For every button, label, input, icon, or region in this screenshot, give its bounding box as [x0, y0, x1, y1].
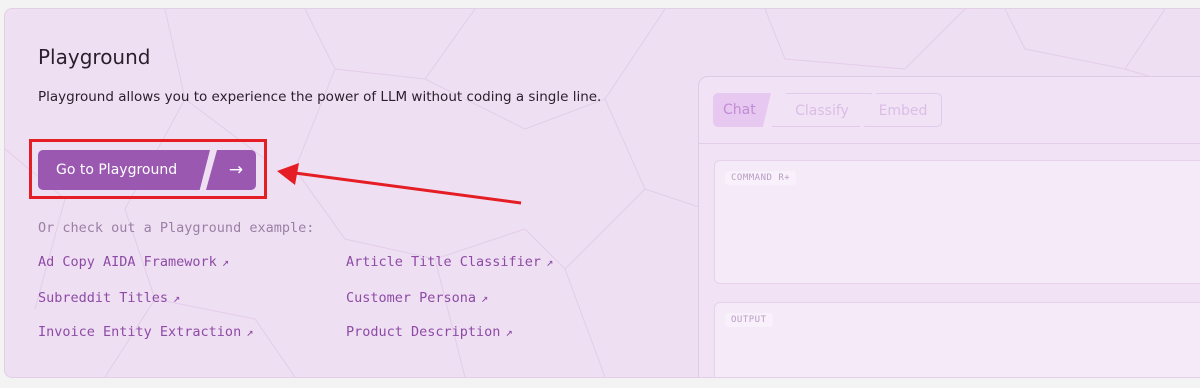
example-link-invoice-extraction[interactable]: Invoice Entity Extraction ↗	[38, 324, 253, 340]
example-link-label: Invoice Entity Extraction	[38, 324, 242, 340]
tab-chat[interactable]: Chat	[713, 93, 771, 127]
example-link-label: Article Title Classifier	[346, 254, 542, 270]
page-description: Playground allows you to experience the …	[38, 89, 602, 105]
example-link-label: Customer Persona	[346, 290, 477, 306]
external-link-icon: ↗	[546, 255, 554, 269]
external-link-icon: ↗	[173, 291, 181, 305]
annotation-arrow-icon	[277, 163, 522, 205]
external-link-icon: ↗	[246, 325, 254, 339]
examples-label: Or check out a Playground example:	[38, 220, 315, 236]
external-link-icon: ↗	[481, 291, 489, 305]
output-panel: OUTPUT	[714, 302, 1200, 377]
tab-classify[interactable]: Classify	[772, 93, 872, 127]
page-title: Playground	[38, 45, 151, 69]
example-link-article-classifier[interactable]: Article Title Classifier ↗	[346, 254, 553, 270]
example-link-label: Subreddit Titles	[38, 290, 169, 306]
example-link-label: Ad Copy AIDA Framework	[38, 254, 217, 270]
external-link-icon: ↗	[221, 255, 230, 269]
example-link-customer-persona[interactable]: Customer Persona ↗	[346, 290, 488, 306]
playground-preview: Chat Classify Embed COMMAND R+ OUTPUT	[698, 76, 1200, 377]
tab-embed[interactable]: Embed	[864, 93, 942, 127]
example-link-ad-copy[interactable]: Ad Copy AIDA Framework ↗	[38, 254, 229, 270]
annotation-highlight-box	[29, 139, 267, 199]
example-link-product-description[interactable]: Product Description ↗	[346, 324, 513, 340]
example-link-label: Product Description	[346, 324, 501, 340]
tabs-divider	[699, 143, 1200, 144]
playground-card: Playground Playground allows you to expe…	[4, 8, 1200, 378]
example-link-subreddit-titles[interactable]: Subreddit Titles ↗	[38, 290, 180, 306]
command-panel[interactable]: COMMAND R+	[714, 160, 1200, 284]
output-tag: OUTPUT	[725, 313, 773, 327]
external-link-icon: ↗	[505, 325, 513, 339]
command-model-tag: COMMAND R+	[725, 171, 797, 185]
